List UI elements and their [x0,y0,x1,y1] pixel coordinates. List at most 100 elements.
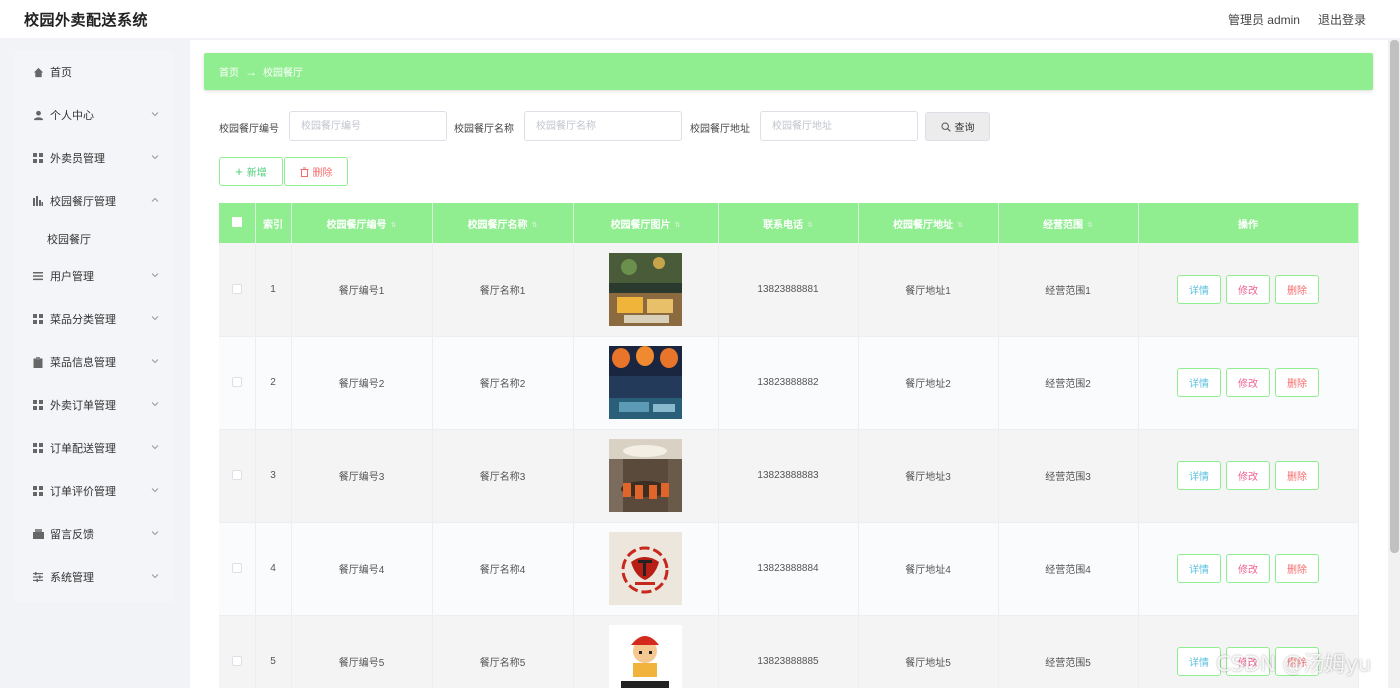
sidebar-item-feedback[interactable]: 留言反馈 [15,516,173,552]
add-button[interactable]: + 新增 [219,157,283,186]
sort-icon[interactable]: ⇅ [675,221,681,229]
name-cell: 餐厅名称2 [432,336,574,430]
column-header[interactable]: 联系电话 ⇅ [718,203,859,243]
edit-button[interactable]: 修改 [1226,274,1270,304]
scope-cell: 经营范围2 [998,336,1139,430]
code-cell: 餐厅编号3 [291,429,433,523]
row-checkbox[interactable] [231,656,242,667]
address-cell: 餐厅地址3 [858,429,999,523]
sort-icon[interactable]: ⇅ [532,221,538,229]
sort-icon[interactable]: ⇅ [391,221,397,229]
sort-icon[interactable]: ⇅ [807,221,813,229]
delete-button[interactable]: 删除 [1275,274,1319,304]
code-label: 校园餐厅编号 [219,124,279,135]
row-checkbox[interactable] [231,563,242,574]
column-header[interactable]: 校园餐厅地址 ⇅ [858,203,999,243]
sidebar-item-users[interactable]: 用户管理 [15,258,173,294]
edit-button[interactable]: 修改 [1226,554,1270,583]
sidebar-item-system[interactable]: 系统管理 [15,559,173,595]
sidebar-item-restaurant-mgmt[interactable]: 校园餐厅管理 [15,183,173,219]
breadcrumb: 首页 → 校园餐厅 [204,53,1373,90]
detail-button[interactable]: 详情 [1177,461,1221,490]
sidebar-item-label: 外卖订单管理 [50,400,116,412]
detail-button[interactable]: 详情 [1177,368,1221,397]
code-search-input[interactable] [289,111,447,141]
sidebar-item-reviews[interactable]: 订单评价管理 [15,473,173,509]
chevron-down-icon [151,359,159,364]
row-checkbox-cell [219,522,256,616]
sidebar-item-label: 个人中心 [50,110,94,122]
delete-button[interactable]: 删除 [1275,368,1319,397]
sidebar-item-restaurant[interactable]: 校园餐厅 [15,221,173,257]
column-header-label: 校园餐厅地址 [893,219,954,231]
edit-button[interactable]: 修改 [1226,368,1270,397]
name-cell: 餐厅名称4 [432,522,574,616]
image-cell [573,522,719,616]
sidebar-item-delivery[interactable]: 订单配送管理 [15,430,173,466]
row-checkbox-cell [219,336,256,430]
phone-cell: 13823888885 [718,615,859,688]
edit-button[interactable]: 修改 [1226,461,1270,490]
row-checkbox[interactable] [231,470,242,481]
column-header[interactable]: 经营范围 ⇅ [998,203,1139,243]
top-right-area: 管理员 admin 退出登录 [1228,11,1366,28]
column-header-label: 校园餐厅编号 [326,219,387,231]
delete-button[interactable]: 删除 [1275,461,1319,490]
sort-icon[interactable]: ⇅ [957,221,963,229]
sidebar-item-profile[interactable]: 个人中心 [15,97,173,133]
app-title: 校园外卖配送系统 [24,11,149,29]
delete-button[interactable]: 删除 [1275,554,1319,583]
restaurant-image[interactable] [609,439,682,512]
page-scrollbar[interactable] [1389,40,1400,688]
select-all-header[interactable] [219,203,256,243]
logout-link[interactable]: 退出登录 [1318,11,1366,28]
index-cell: 2 [255,336,292,430]
address-search-input[interactable] [760,111,918,141]
detail-button[interactable]: 详情 [1177,274,1221,304]
sidebar-item-dish-info[interactable]: 菜品信息管理 [15,344,173,380]
restaurant-logo-image[interactable] [609,532,682,605]
row-checkbox[interactable] [231,284,242,295]
table-header-row: 索引 校园餐厅编号 ⇅ 校园餐厅名称 ⇅ 校园餐厅图片 ⇅ 联系电话 ⇅ 校园餐厅地址 ⇅… [219,203,1359,243]
grid-icon [32,152,44,164]
row-actions: 详情 修改 删除 [1177,461,1319,490]
scrollbar-thumb[interactable] [1390,40,1399,553]
breadcrumb-home[interactable]: 首页 [219,64,239,79]
address-cell: 餐厅地址4 [858,522,999,616]
phone-cell: 13823888881 [718,243,859,337]
message-icon [32,528,44,540]
column-header[interactable]: 校园餐厅编号 ⇅ [291,203,433,243]
restaurant-logo-image[interactable] [609,625,682,688]
column-header: 索引 [255,203,292,243]
column-header[interactable]: 校园餐厅名称 ⇅ [432,203,574,243]
sidebar-item-label: 菜品信息管理 [50,357,116,369]
detail-button[interactable]: 详情 [1177,554,1221,583]
sidebar-item-home[interactable]: 首页 [15,54,173,90]
sidebar: 首页 个人中心 外卖员管理 校园餐厅管理 校园餐厅 用户管理 菜品分类管理 菜品… [15,50,173,602]
chevron-down-icon [151,402,159,407]
image-cell [573,615,719,688]
name-search-input[interactable] [524,111,682,141]
sidebar-item-label: 用户管理 [50,271,94,283]
restaurant-image[interactable] [609,252,682,326]
query-button[interactable]: 查询 [925,112,990,141]
batch-delete-button[interactable]: 删除 [284,157,348,186]
sort-icon[interactable]: ⇅ [1087,221,1093,229]
grid-icon [32,313,44,325]
user-icon [32,109,44,121]
address-cell: 餐厅地址5 [858,615,999,688]
select-all-checkbox[interactable] [231,216,242,227]
table-row: 1 餐厅编号1 餐厅名称1 13823888881 餐厅地址1 经营范围1 详情… [219,243,1359,337]
row-actions: 详情 修改 删除 [1177,274,1319,304]
phone-cell: 13823888883 [718,429,859,523]
scope-cell: 经营范围3 [998,429,1139,523]
detail-button[interactable]: 详情 [1177,647,1221,676]
column-header[interactable]: 校园餐厅图片 ⇅ [573,203,719,243]
row-checkbox[interactable] [231,377,242,388]
code-cell: 餐厅编号5 [291,615,433,688]
chevron-down-icon [151,112,159,117]
restaurant-image[interactable] [609,346,682,419]
sidebar-item-courier[interactable]: 外卖员管理 [15,140,173,176]
sidebar-item-dish-category[interactable]: 菜品分类管理 [15,301,173,337]
sidebar-item-orders[interactable]: 外卖订单管理 [15,387,173,423]
